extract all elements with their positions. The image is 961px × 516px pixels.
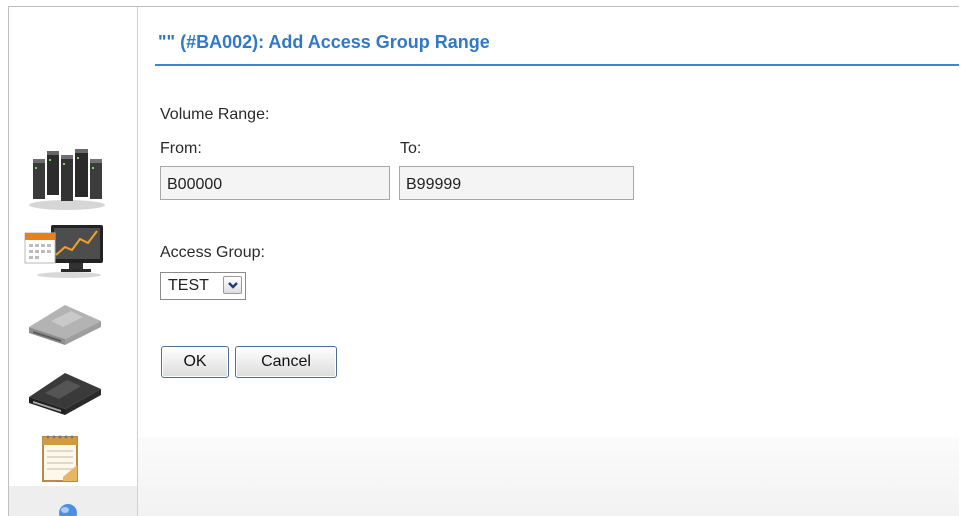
access-group-select[interactable]: TEST bbox=[160, 272, 246, 300]
sidebar bbox=[9, 7, 138, 516]
title-divider bbox=[155, 64, 959, 66]
volume-range-label: Volume Range: bbox=[160, 106, 270, 123]
dialog: "" (#BA002): Add Access Group Range Volu… bbox=[138, 7, 959, 516]
access-group-label: Access Group: bbox=[160, 244, 265, 261]
from-input[interactable] bbox=[160, 166, 390, 200]
from-label: From: bbox=[160, 140, 202, 157]
calendar-notepad-icon[interactable] bbox=[21, 433, 107, 485]
cancel-button[interactable]: Cancel bbox=[235, 346, 337, 378]
dialog-title: "" (#BA002): Add Access Group Range bbox=[158, 32, 490, 52]
tape-drive-black-icon[interactable] bbox=[21, 359, 107, 417]
chevron-down-icon bbox=[228, 282, 238, 289]
to-label: To: bbox=[400, 140, 422, 157]
tape-drive-gray-icon[interactable] bbox=[21, 291, 107, 347]
globe-icon[interactable] bbox=[21, 501, 107, 516]
server-cluster-icon[interactable] bbox=[21, 145, 107, 211]
dropdown-button[interactable] bbox=[223, 276, 242, 294]
ok-button[interactable]: OK bbox=[161, 346, 229, 378]
access-group-selected-value: TEST bbox=[168, 277, 209, 294]
dialog-lower-band bbox=[138, 437, 959, 516]
monitor-chart-icon[interactable] bbox=[21, 219, 107, 279]
to-input[interactable] bbox=[399, 166, 634, 200]
